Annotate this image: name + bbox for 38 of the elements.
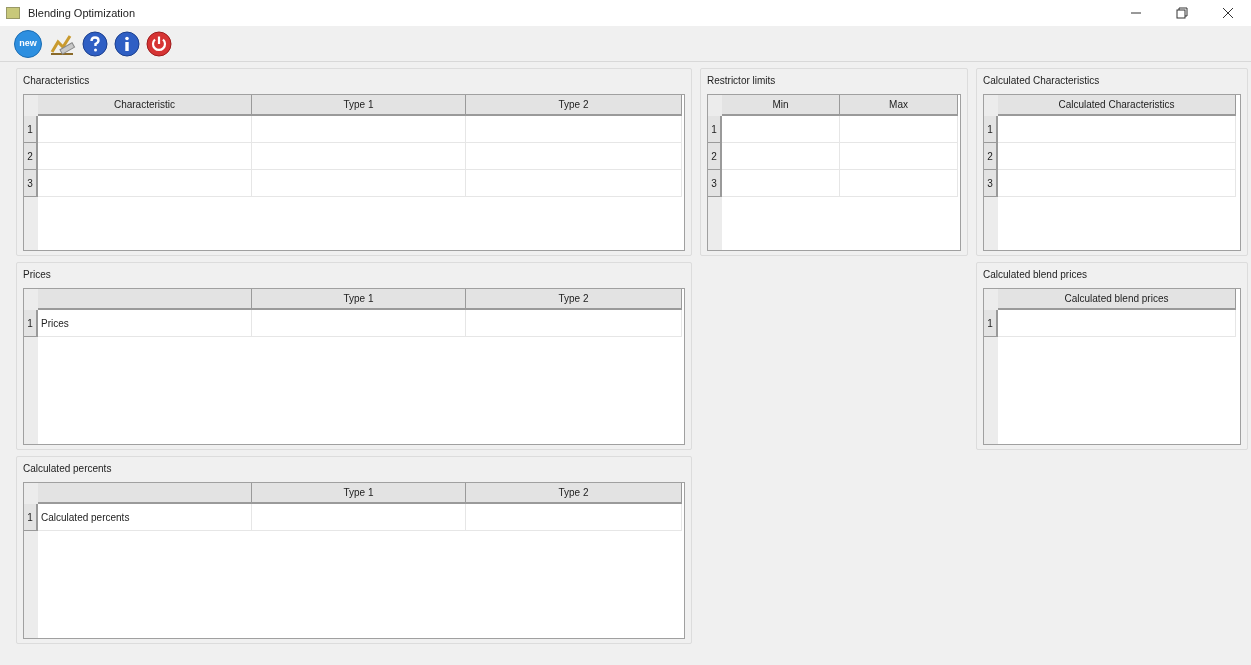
row-header[interactable]: 2: [984, 143, 998, 170]
column-header[interactable]: Calculated blend prices: [998, 289, 1236, 310]
app-icon: [6, 7, 20, 19]
row-header[interactable]: 3: [984, 170, 998, 197]
row-header[interactable]: 1: [708, 116, 722, 143]
row-header[interactable]: 3: [708, 170, 722, 197]
group-title: Restrictor limits: [707, 74, 776, 88]
column-header[interactable]: Type 2: [466, 483, 682, 504]
row-header[interactable]: 2: [708, 143, 722, 170]
column-header[interactable]: Type 2: [466, 95, 682, 116]
row-header[interactable]: 1: [984, 310, 998, 337]
column-header[interactable]: Type 1: [252, 483, 466, 504]
group-title: Prices: [23, 268, 51, 282]
row-header[interactable]: 1: [984, 116, 998, 143]
column-header[interactable]: Type 1: [252, 289, 466, 310]
power-icon[interactable]: [146, 30, 172, 57]
row-header[interactable]: 1: [24, 310, 38, 337]
column-header[interactable]: [38, 289, 252, 310]
info-icon[interactable]: [114, 30, 140, 57]
group-title: Characteristics: [23, 74, 90, 88]
row-header[interactable]: 1: [24, 504, 38, 531]
window-title: Blending Optimization: [28, 5, 135, 21]
column-header[interactable]: Min: [722, 95, 840, 116]
table-cell: Prices: [38, 310, 252, 337]
column-header[interactable]: Max: [840, 95, 958, 116]
column-header[interactable]: Type 1: [252, 95, 466, 116]
group-title: Calculated percents: [23, 462, 112, 476]
help-icon[interactable]: [82, 30, 108, 57]
row-header[interactable]: 1: [24, 116, 38, 143]
row-header[interactable]: 3: [24, 170, 38, 197]
column-header[interactable]: Characteristic: [38, 95, 252, 116]
table-cell: Calculated percents: [38, 504, 252, 531]
group-title: Calculated blend prices: [983, 268, 1087, 282]
row-header[interactable]: 2: [24, 143, 38, 170]
column-header[interactable]: Calculated Characteristics: [998, 95, 1236, 116]
group-title: Calculated Characteristics: [983, 74, 1100, 88]
column-header[interactable]: Type 2: [466, 289, 682, 310]
column-header[interactable]: [38, 483, 252, 504]
